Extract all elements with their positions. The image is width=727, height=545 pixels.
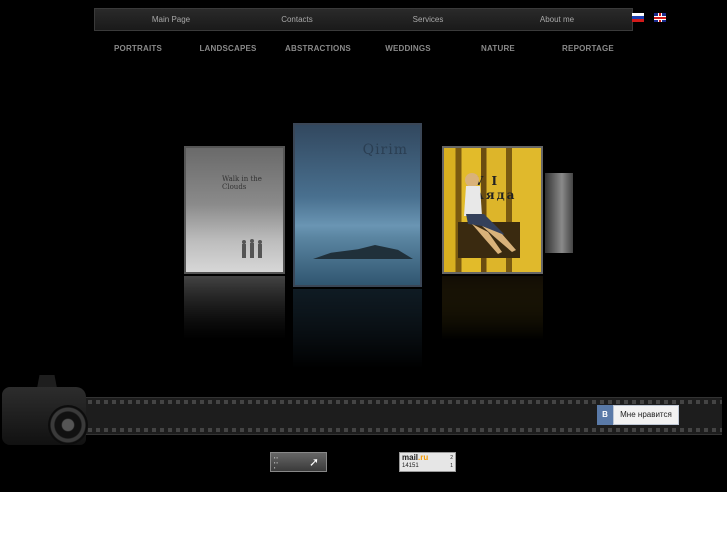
category-weddings[interactable]: WEDDINGS (385, 44, 431, 53)
mailru-counter-badge[interactable]: mail.ru 14151 2 1 (399, 452, 456, 472)
rating-counter-badge[interactable]: ▪ ▪ ▪ ▪ ▪ ➚ (270, 452, 327, 472)
category-portraits[interactable]: PORTRAITS (114, 44, 162, 53)
counter-value: 14151 (402, 463, 419, 469)
reflection-portrait (442, 276, 543, 340)
gallery-cover-walk-in-the-clouds[interactable]: Walk in the Clouds (184, 146, 285, 274)
gallery-cover-portrait[interactable]: V I Аяда (442, 146, 543, 274)
seated-woman-image (458, 173, 520, 258)
category-nature[interactable]: NATURE (481, 44, 515, 53)
english-flag-icon[interactable] (654, 13, 666, 22)
people-silhouette-image (242, 239, 262, 258)
cover-title: Qirim (362, 142, 408, 158)
nav-about-me[interactable]: About me (507, 9, 607, 30)
category-abstractions[interactable]: ABSTRACTIONS (285, 44, 351, 53)
counter-side-value-bottom: 1 (450, 463, 453, 469)
counter-side-value-top: 2 (450, 455, 453, 461)
arrow-icon: ➚ (309, 455, 320, 469)
vk-icon: B (597, 405, 613, 425)
vk-like-button[interactable]: B Мне нравится (597, 405, 679, 425)
nav-services[interactable]: Services (378, 9, 478, 30)
top-navigation-bar: Main Page Contacts Services About me (94, 8, 633, 31)
gallery-cover-qirim[interactable]: Qirim (293, 123, 422, 287)
gallery-cover-partial[interactable] (545, 173, 573, 253)
counter-small-text-image: ▪ ▪ ▪ ▪ ▪ (274, 455, 278, 470)
reflection-qirim (293, 289, 422, 369)
mailru-logo: mail.ru (402, 453, 429, 462)
category-landscapes[interactable]: LANDSCAPES (199, 44, 256, 53)
category-reportage[interactable]: REPORTAGE (562, 44, 614, 53)
island-image (313, 245, 413, 259)
russian-flag-icon[interactable] (632, 13, 644, 22)
like-label: Мне нравится (613, 405, 679, 425)
camera-icon (2, 375, 88, 449)
cover-title: Walk in the Clouds (222, 175, 262, 191)
reflection-walk (184, 276, 285, 340)
page-background: Main Page Contacts Services About me POR… (0, 0, 727, 492)
nav-main-page[interactable]: Main Page (121, 9, 221, 30)
nav-contacts[interactable]: Contacts (247, 9, 347, 30)
